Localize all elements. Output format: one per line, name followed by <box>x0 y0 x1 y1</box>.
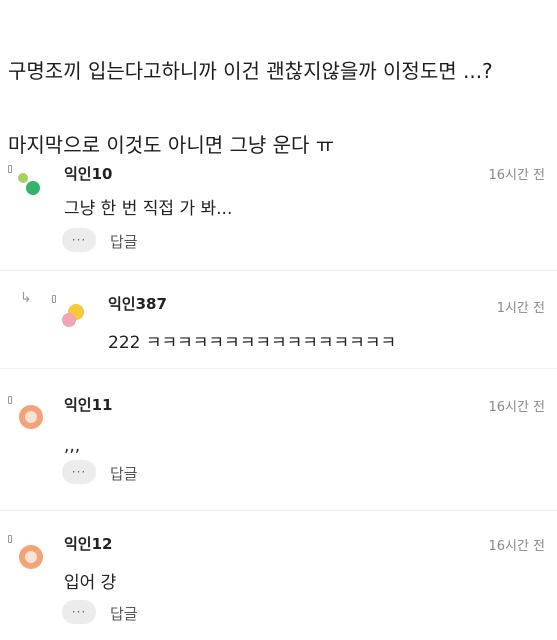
comment-item: 익인11 16시간 전 ,,, ··· 답글 <box>0 380 557 500</box>
comment-author[interactable]: 익인10 <box>64 163 112 184</box>
avatar <box>62 304 84 327</box>
reply-button[interactable]: 답글 <box>110 463 138 484</box>
comment-marker-icon <box>8 165 12 173</box>
comment-item: 익인10 16시간 전 그냥 한 번 직접 가 봐... ··· 답글 <box>0 150 557 260</box>
reply-arrow-icon: ↳ <box>20 290 32 306</box>
avatar <box>19 405 43 429</box>
more-dots-icon: ··· <box>71 233 87 247</box>
reply-button[interactable]: 답글 <box>110 603 138 624</box>
divider <box>0 510 557 511</box>
reply-button[interactable]: 답글 <box>110 231 138 252</box>
comment-text: ,,, <box>64 436 81 456</box>
divider <box>0 270 557 271</box>
comment-text: 입어 걍 <box>64 573 117 593</box>
comment-time: 1시간 전 <box>496 301 545 316</box>
reply-comment-item: ↳ 익인387 1시간 전 222 ㅋㅋㅋㅋㅋㅋㅋㅋㅋㅋㅋㅋㅋㅋㅋㅋ <box>0 280 557 360</box>
comment-author[interactable]: 익인387 <box>108 293 167 314</box>
comment-author[interactable]: 익인11 <box>64 394 112 415</box>
avatar <box>18 173 40 195</box>
more-options-button[interactable]: ··· <box>62 228 96 252</box>
comment-marker-icon <box>52 295 56 303</box>
comment-marker-icon <box>8 535 12 543</box>
comment-text: 그냥 한 번 직접 가 봐... <box>64 199 233 219</box>
comment-text: 222 ㅋㅋㅋㅋㅋㅋㅋㅋㅋㅋㅋㅋㅋㅋㅋㅋ <box>108 333 397 353</box>
more-options-button[interactable]: ··· <box>62 600 96 624</box>
comment-time: 16시간 전 <box>488 400 545 415</box>
post-text-line-1: 구명조끼 입는다고하니까 이건 괜찮지않을까 이정도면 ...? <box>8 59 493 83</box>
divider <box>0 368 557 369</box>
more-dots-icon: ··· <box>71 605 87 619</box>
more-dots-icon: ··· <box>71 465 87 479</box>
more-options-button[interactable]: ··· <box>62 460 96 484</box>
comment-time: 16시간 전 <box>488 539 545 554</box>
avatar <box>19 545 43 569</box>
comment-author[interactable]: 익인12 <box>64 533 112 554</box>
comment-time: 16시간 전 <box>488 168 545 183</box>
comment-item: 익인12 16시간 전 입어 걍 ··· 답글 <box>0 520 557 640</box>
comment-marker-icon <box>8 396 12 404</box>
